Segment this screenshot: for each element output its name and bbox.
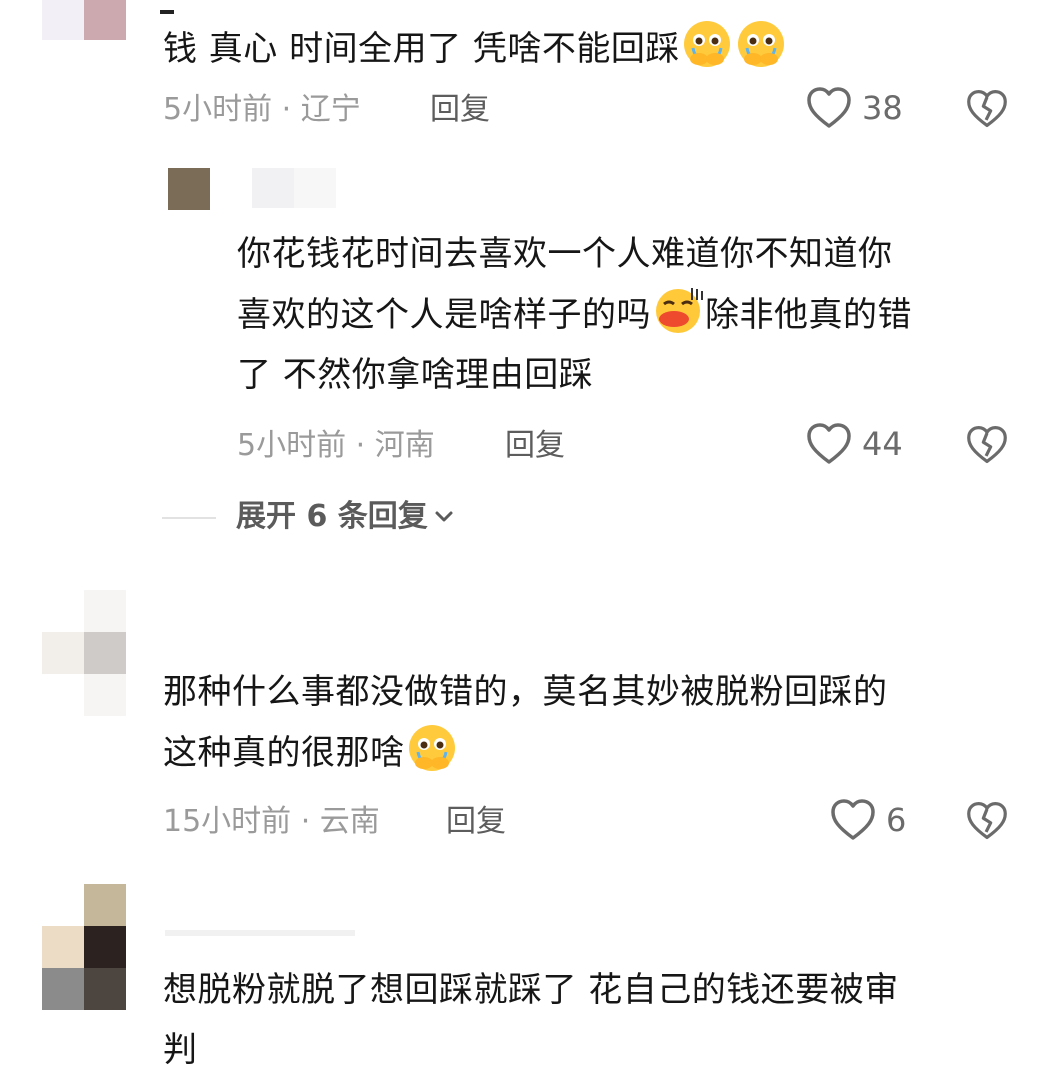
username-placeholder[interactable] <box>160 10 174 14</box>
crying-pleading-emoji <box>683 21 730 67</box>
avatar[interactable] <box>168 168 210 210</box>
crying-pleading-emoji <box>737 21 784 67</box>
comment-location: 河南 <box>374 428 435 463</box>
heart-outline-icon <box>807 423 851 464</box>
comment-meta: 5小时前 · 辽宁 <box>163 90 361 130</box>
text-line: 了 不然你拿啥理由回踩 <box>237 355 594 395</box>
like-count: 38 <box>862 89 903 127</box>
expand-divider <box>162 517 216 519</box>
avatar[interactable] <box>42 884 126 1010</box>
comment-meta: 15小时前 · 云南 <box>163 802 380 842</box>
like-button[interactable]: 38 <box>806 86 903 130</box>
chevron-down-icon <box>435 511 453 522</box>
username-placeholder[interactable] <box>252 168 336 208</box>
reply-button[interactable]: 回复 <box>446 802 506 842</box>
dislike-button[interactable] <box>966 424 1008 466</box>
meta-separator: · <box>346 428 375 463</box>
comment-time: 15小时前 <box>163 804 292 839</box>
broken-heart-icon <box>967 426 1007 464</box>
avatar[interactable] <box>42 0 126 40</box>
broken-heart-icon <box>967 90 1007 128</box>
like-count: 44 <box>862 425 903 463</box>
comment-time: 5小时前 <box>163 92 273 127</box>
text-line: 你花钱花时间去喜欢一个人难道你不知道你 <box>237 234 893 274</box>
text-line: 判 <box>163 1030 198 1070</box>
comment-text: 想脱粉就脱了想回踩就踩了 花自己的钱还要被审 判 <box>163 960 1043 1080</box>
heart-outline-icon <box>807 87 851 128</box>
like-button[interactable]: 44 <box>806 422 903 466</box>
meta-separator: · <box>291 804 320 839</box>
expand-label: 展开 6 条回复 <box>236 499 428 534</box>
text-line: 这种真的很那啥 <box>163 722 1043 783</box>
comment-meta: 5小时前 · 河南 <box>237 426 435 466</box>
comment-text: 那种什么事都没做错的，莫名其妙被脱粉回踩的 这种真的很那啥 <box>163 662 1043 783</box>
broken-heart-icon <box>967 802 1007 840</box>
heart-outline-icon <box>831 799 875 840</box>
text-line: 喜欢的这个人是啥样子的吗 除非他真的错 <box>237 284 1037 345</box>
comment-time: 5小时前 <box>237 428 347 463</box>
like-button[interactable]: 6 <box>830 798 906 842</box>
comment-text: 钱 真心 时间全用了 凭啥不能回踩 <box>163 18 1043 79</box>
reply-button[interactable]: 回复 <box>505 426 565 466</box>
avatar[interactable] <box>42 590 126 716</box>
meta-separator: · <box>272 92 301 127</box>
comment-location: 云南 <box>319 804 380 839</box>
like-count: 6 <box>886 801 907 839</box>
dislike-button[interactable] <box>966 88 1008 130</box>
expand-replies-button[interactable]: 展开 6 条回复 <box>236 497 456 537</box>
username-placeholder[interactable] <box>165 930 355 936</box>
text-line: 那种什么事都没做错的，莫名其妙被脱粉回踩的 <box>163 672 888 712</box>
crying-pleading-emoji <box>408 725 455 771</box>
reply-button[interactable]: 回复 <box>430 90 490 130</box>
text-line: 想脱粉就脱了想回踩就踩了 花自己的钱还要被审 <box>163 970 899 1010</box>
comment-location: 辽宁 <box>300 92 361 127</box>
pouting-lips-emoji <box>656 288 703 333</box>
dislike-button[interactable] <box>966 800 1008 842</box>
reply-comment-text: 你花钱花时间去喜欢一个人难道你不知道你 喜欢的这个人是啥样子的吗 除非他真的错 了… <box>237 224 1037 405</box>
